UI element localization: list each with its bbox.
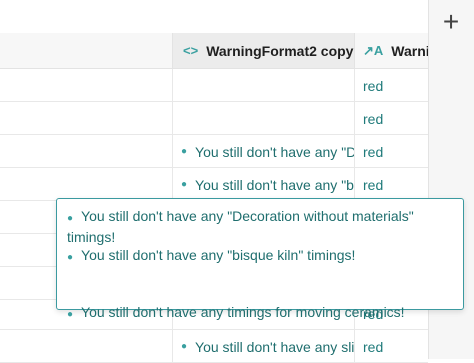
warning-cell[interactable]: red (355, 168, 428, 201)
primary-cell[interactable] (0, 168, 173, 201)
primary-cell[interactable] (0, 102, 173, 135)
bullet-icon: ● (181, 341, 188, 352)
warning-cell[interactable]: red (355, 135, 428, 168)
cell-text: red (363, 338, 384, 355)
column-header-primary[interactable] (0, 33, 173, 69)
bullet-icon: ● (181, 179, 188, 190)
cell-text: You still don't have any "b (195, 176, 354, 193)
cell-text: You still don't have any "D (195, 143, 355, 160)
popover-text: You still don't have any timings for mov… (81, 304, 405, 320)
bullet-icon: ● (181, 146, 188, 157)
popover-line: ● You still don't have any "Decoration wi… (67, 207, 453, 246)
grid-top-bar (0, 0, 428, 34)
primary-cell[interactable] (0, 135, 173, 168)
warning-cell[interactable]: red (355, 69, 428, 102)
primary-cell[interactable] (0, 69, 173, 102)
column-header-warningformat2-copy[interactable]: <> WarningFormat2 copy (173, 33, 355, 69)
warning-copy-cell[interactable] (173, 102, 355, 135)
bullet-icon: ● (67, 252, 74, 263)
cell-text: red (363, 110, 384, 127)
primary-cell[interactable] (0, 330, 173, 363)
table-row[interactable]: ● You still don't have any slip ca red (0, 330, 428, 363)
table-row[interactable]: red (0, 69, 428, 102)
warning-copy-cell[interactable]: ● You still don't have any "b (173, 168, 355, 201)
plus-icon: + (442, 6, 460, 37)
text-format-icon: ↗A (363, 42, 384, 58)
warning-copy-cell[interactable] (173, 69, 355, 102)
add-column-button[interactable]: + (428, 4, 474, 40)
popover-text: You still don't have any "bisque kiln" t… (81, 247, 356, 263)
popover-line: ● You still don't have any "bisque kiln" … (67, 246, 453, 267)
table-row[interactable]: red (0, 102, 428, 135)
table-row[interactable]: ● You still don't have any "D red (0, 135, 428, 168)
column-header-label: Warnir (391, 42, 428, 59)
code-icon: <> (183, 43, 199, 58)
warning-copy-cell[interactable]: ● You still don't have any slip ca (173, 330, 355, 363)
bullet-icon: ● (67, 309, 74, 320)
cell-text: You still don't have any slip ca (195, 338, 355, 355)
bullet-icon: ● (67, 213, 74, 224)
cell-text: red (363, 143, 384, 160)
column-header-warning[interactable]: ↗A Warnir (355, 33, 428, 69)
warning-copy-cell[interactable]: ● You still don't have any "D (173, 135, 355, 168)
table-row[interactable]: ● You still don't have any "b red (0, 168, 428, 201)
cell-text: red (363, 176, 384, 193)
popover-line: ● You still don't have any timings for mo… (67, 303, 453, 324)
warning-cell[interactable]: red (355, 102, 428, 135)
warning-cell[interactable]: red (355, 330, 428, 363)
popover-text: You still don't have any "Decoration wit… (67, 208, 414, 245)
cell-text: red (363, 77, 384, 94)
cell-expanded-popover: ● You still don't have any "Decoration wi… (56, 198, 464, 320)
column-header-label: WarningFormat2 copy (206, 42, 354, 59)
